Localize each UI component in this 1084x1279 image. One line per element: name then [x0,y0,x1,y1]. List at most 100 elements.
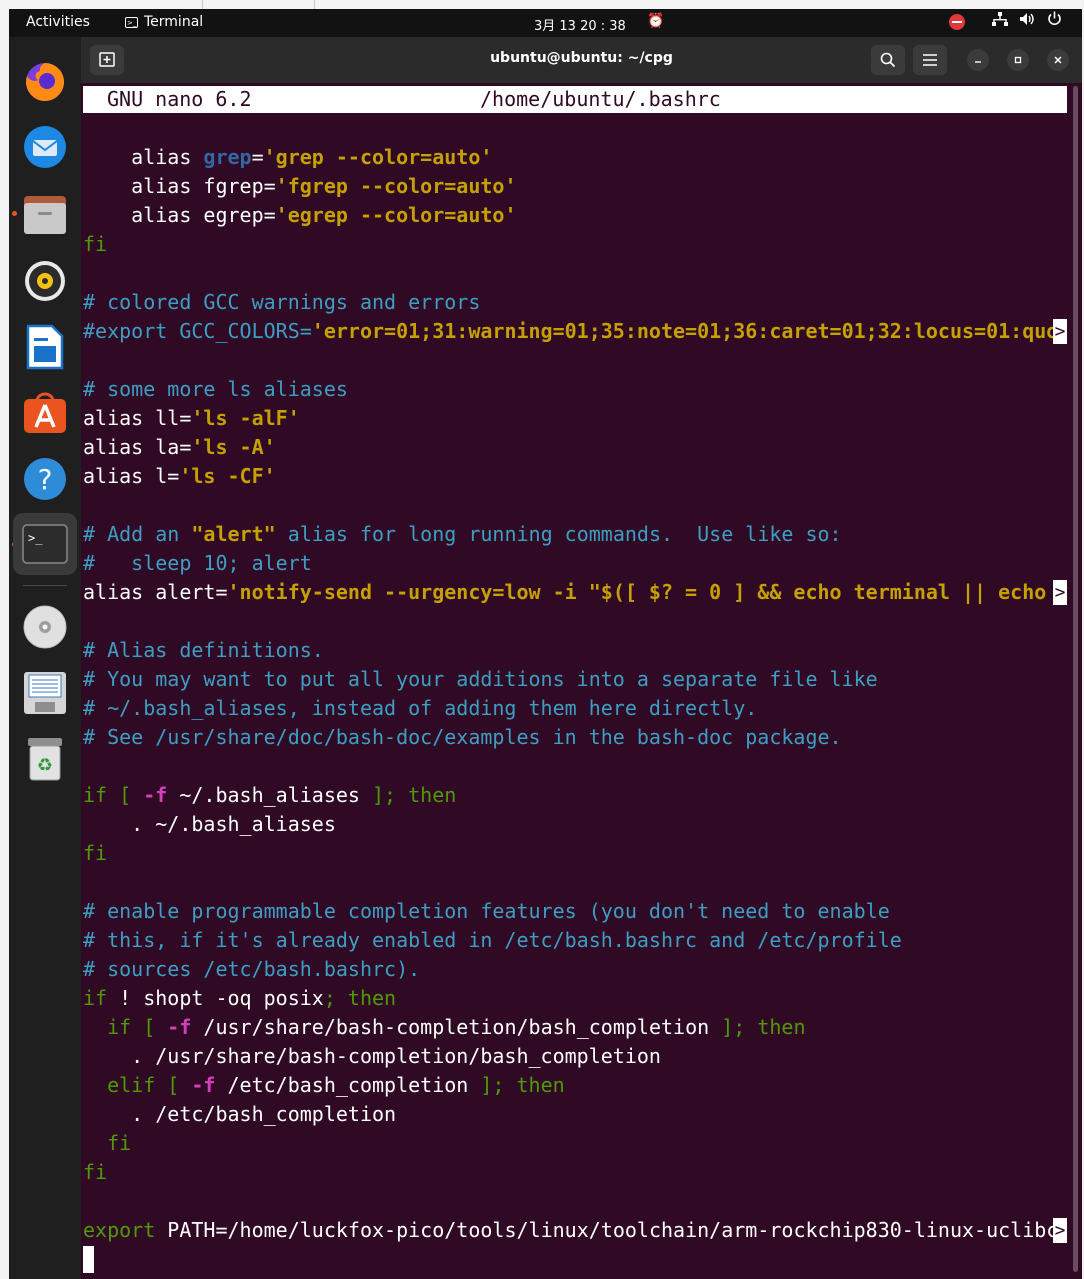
do-not-disturb-icon[interactable] [949,14,965,30]
code-token: -f [191,1073,216,1097]
code-token: = [263,203,276,227]
disk-icon[interactable] [21,669,69,717]
code-token: alias egrep [83,203,264,227]
maximize-button[interactable] [1007,49,1029,71]
code-token: /etc/bash_completion [215,1073,481,1097]
code-token: = [167,464,180,488]
code-token: /usr/share/bash-completion/bash_completi… [191,1015,722,1039]
code-line: export PATH=/home/luckfox-pico/tools/lin… [83,1216,1067,1245]
scrollbar[interactable] [1073,86,1078,1272]
code-token: 'notify-send --urgency=low -i "$([ $? = … [227,580,1059,604]
code-token: #export GCC_COLORS= [83,319,312,343]
svg-text:?: ? [38,463,53,496]
nano-version: GNU nano 6.2 [107,87,252,111]
minimize-button[interactable] [967,49,989,71]
help-icon[interactable]: ? [21,455,69,503]
header-bar: ubuntu@ubuntu: ~/cpg [81,37,1082,83]
code-token: # You may want to put all your additions… [83,667,878,691]
code-token: . /usr/share/bash-completion/bash_comple… [83,1044,661,1068]
code-token: ]; then [721,1015,806,1039]
code-token: -f [167,1015,192,1039]
code-token: fi [83,1160,108,1184]
code-token: = [263,174,276,198]
terminal-icon[interactable]: >_ [13,513,77,575]
search-icon [880,52,896,68]
svg-text:♻: ♻ [37,755,53,776]
code-token: fi [83,1131,132,1155]
app-menu-label: Terminal [144,14,204,30]
code-token: = [215,580,228,604]
code-token: # colored GCC warnings and errors [83,290,481,314]
code-token: # some more ls aliases [83,377,348,401]
code-line: fi [83,1158,1067,1187]
minimize-icon [975,61,981,63]
maximize-icon [1014,56,1022,64]
code-line: # Alias definitions. [83,636,1067,665]
clock[interactable]: 3月 13 20 : 38 [534,15,626,34]
code-token: . /etc/bash_completion [83,1102,397,1126]
code-token: elif [ [83,1073,192,1097]
firefox-icon[interactable] [21,57,69,105]
code-token: 'error=01;31:warning=01;35:note=01;36:ca… [311,319,1059,343]
code-line: # You may want to put all your additions… [83,665,1067,694]
trash-icon[interactable]: ♻ [21,735,69,783]
app-menu[interactable]: >_ Terminal [125,14,203,30]
code-line: . /usr/share/bash-completion/bash_comple… [83,1042,1067,1071]
code-line: # See /usr/share/doc/bash-doc/examples i… [83,723,1067,752]
terminal-app-icon: >_ [125,16,138,28]
dvd-icon[interactable] [21,603,69,651]
files-icon[interactable] [21,191,69,239]
close-icon [1054,56,1062,64]
code-token: alias [83,145,204,169]
menu-button[interactable] [913,45,947,75]
cursor-line [83,1245,1067,1274]
svg-text:>_: >_ [28,531,43,545]
rhythmbox-icon[interactable] [21,257,69,305]
code-line: elif [ -f /etc/bash_completion ]; then [83,1071,1067,1100]
code-token: 'fgrep --color=auto' [275,174,517,198]
software-icon[interactable] [21,389,69,437]
code-line: # sleep 10; alert [83,549,1067,578]
alarm-icon: ⏰ [647,13,665,29]
code-line: # Add an "alert" alias for long running … [83,520,1067,549]
writer-icon[interactable] [21,323,69,371]
dock: ? >_ ♻ [9,37,81,1279]
code-token: = [179,435,192,459]
code-line: # colored GCC warnings and errors [83,288,1067,317]
code-line: . ~/.bash_aliases [83,810,1067,839]
code-token: if [ [83,1015,168,1039]
editor-text-area[interactable]: alias grep='grep --color=auto' alias fgr… [83,143,1067,1274]
code-token: ~/.bash_aliases [167,783,373,807]
code-token: if [ [83,783,144,807]
code-token: fi [83,841,108,865]
terminal-window: ubuntu@ubuntu: ~/cpg GNU nano 6.2 /home/… [81,37,1082,1279]
code-token: = [251,145,264,169]
thunderbird-icon[interactable] [21,123,69,171]
code-token: 'egrep --color=auto' [275,203,517,227]
close-button[interactable] [1047,49,1069,71]
network-icon[interactable] [992,12,1008,30]
search-button[interactable] [871,45,905,75]
volume-icon[interactable] [1019,12,1035,30]
code-token: # ~/.bash_aliases, instead of adding the… [83,696,758,720]
dock-separator [23,585,67,586]
code-line: # ~/.bash_aliases, instead of adding the… [83,694,1067,723]
line-truncated-marker: > [1053,319,1067,344]
code-line: #export GCC_COLORS='error=01;31:warning=… [83,317,1067,346]
code-token: PATH [155,1218,216,1242]
activities-button[interactable]: Activities [26,14,90,30]
code-token: alias la [83,435,180,459]
power-icon[interactable] [1047,11,1062,30]
code-line: # some more ls aliases [83,375,1067,404]
code-token: ; then [323,986,397,1010]
code-token: . ~/.bash_aliases [83,812,336,836]
code-line: alias fgrep='fgrep --color=auto' [83,172,1067,201]
code-token: alias ll [83,406,180,430]
code-line: fi [83,230,1067,259]
code-token: alias alert [83,580,216,604]
code-token: grep [203,145,252,169]
